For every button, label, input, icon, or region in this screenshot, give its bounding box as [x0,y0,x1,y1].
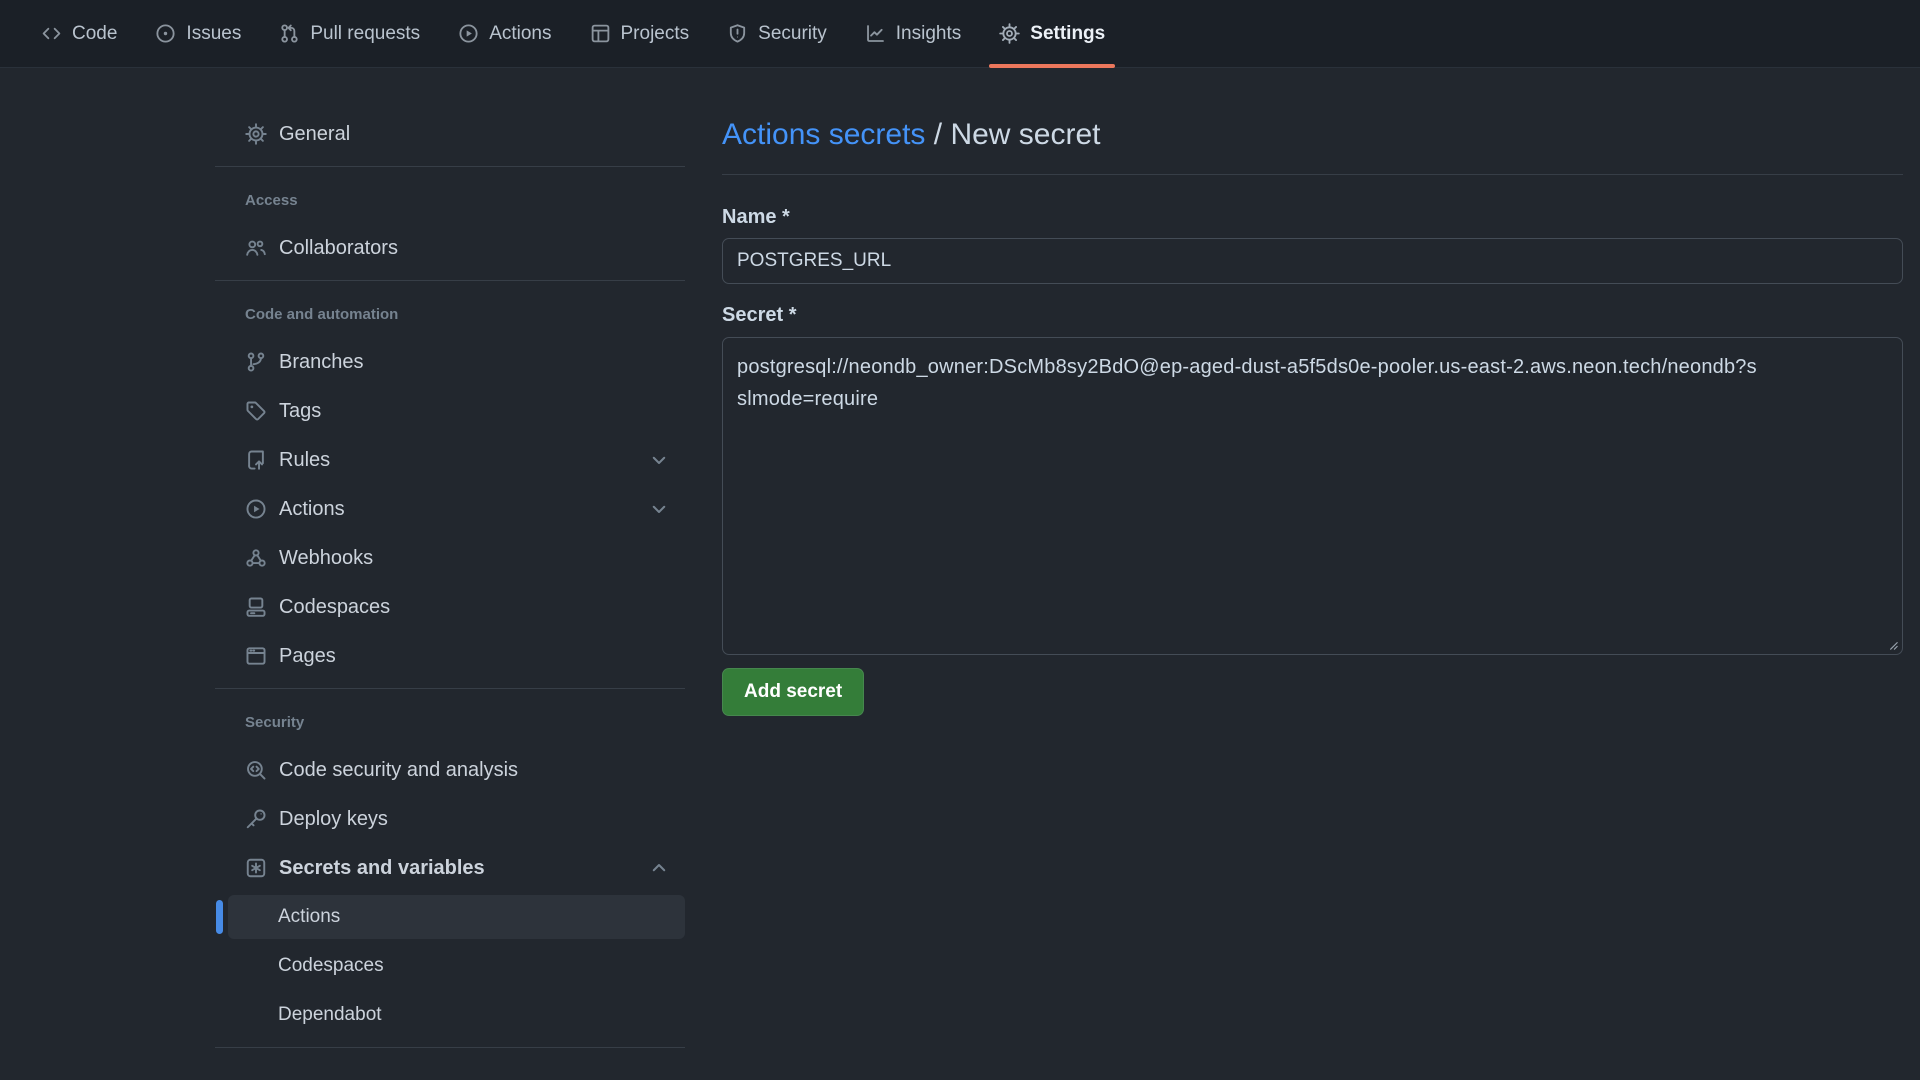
tag-icon [245,400,267,422]
nav-tab-code[interactable]: Code [30,0,128,67]
sidebar-item-actions[interactable]: Actions [215,487,685,531]
gear-icon [245,123,267,145]
table-icon [590,23,611,44]
chevron-down-icon [649,499,669,519]
sidebar-item-label: Branches [279,351,364,374]
sidebar-item-label: Code security and analysis [279,759,518,782]
sidebar-section-code-and-automation: Code and automation [215,306,685,323]
nav-tab-issues[interactable]: Issues [144,0,252,67]
sidebar-divider [215,1047,685,1048]
breadcrumb-current: New secret [950,118,1100,151]
people-icon [245,237,267,259]
codespaces-icon [245,596,267,618]
gear-icon [999,23,1020,44]
nav-tab-label: Security [758,23,827,45]
sidebar-subitem-actions-secrets[interactable]: Actions [228,895,685,939]
sidebar-item-label: Codespaces [279,596,390,619]
play-icon [458,23,479,44]
sidebar-item-collaborators[interactable]: Collaborators [215,226,685,270]
sidebar-section-access: Access [215,192,685,209]
nav-tab-pull-requests[interactable]: Pull requests [268,0,431,67]
repo-nav: Code Issues Pull requests Actions Projec… [0,0,1920,68]
actions-secrets-breadcrumb-link[interactable]: Actions secrets [722,118,925,151]
sidebar-item-pages[interactable]: Pages [215,634,685,678]
nav-tab-security[interactable]: Security [716,0,838,67]
nav-tab-label: Settings [1030,23,1105,45]
secret-field-label: Secret * [722,304,1903,327]
chevron-down-icon [649,450,669,470]
secret-value-wrapper [722,337,1903,655]
sidebar-subitem-codespaces-secrets[interactable]: Codespaces [228,944,685,988]
secret-value-textarea[interactable] [722,337,1903,655]
nav-tab-label: Actions [489,23,551,45]
webhook-icon [245,547,267,569]
code-icon [41,23,62,44]
nav-tab-settings[interactable]: Settings [988,0,1116,67]
git-branch-icon [245,351,267,373]
sidebar-item-label: Rules [279,449,330,472]
sidebar-item-label: Secrets and variables [279,857,485,880]
add-secret-button[interactable]: Add secret [722,668,864,716]
chevron-up-icon [649,858,669,878]
nav-tab-label: Projects [621,23,690,45]
breadcrumb-separator: / [925,118,950,151]
nav-tab-insights[interactable]: Insights [854,0,972,67]
settings-sidebar: General Access Collaborators Code and au… [215,68,685,1048]
sidebar-item-rules[interactable]: Rules [215,438,685,482]
sidebar-item-label: Actions [279,498,345,521]
sidebar-item-branches[interactable]: Branches [215,340,685,384]
sidebar-item-general[interactable]: General [215,112,685,156]
sidebar-item-code-security-and-analysis[interactable]: Code security and analysis [215,748,685,792]
shield-icon [727,23,748,44]
sidebar-subitem-label: Codespaces [278,955,384,977]
sidebar-item-deploy-keys[interactable]: Deploy keys [215,797,685,841]
sidebar-divider [215,166,685,167]
sidebar-item-label: Deploy keys [279,808,388,831]
issue-opened-icon [155,23,176,44]
nav-tab-label: Pull requests [310,23,420,45]
sidebar-item-label: Collaborators [279,237,398,260]
sidebar-divider [215,688,685,689]
nav-tab-label: Insights [896,23,961,45]
browser-icon [245,645,267,667]
nav-tab-projects[interactable]: Projects [579,0,701,67]
git-pull-request-icon [279,23,300,44]
heading-divider [722,174,1903,175]
graph-icon [865,23,886,44]
new-secret-panel: Actions secrets / New secret Name * Secr… [685,68,1920,716]
sidebar-item-webhooks[interactable]: Webhooks [215,536,685,580]
nav-tab-actions[interactable]: Actions [447,0,562,67]
sidebar-item-codespaces[interactable]: Codespaces [215,585,685,629]
sidebar-section-security: Security [215,714,685,731]
sidebar-subitem-label: Dependabot [278,1004,382,1026]
key-icon [245,808,267,830]
sidebar-item-label: Tags [279,400,321,423]
sidebar-item-label: Webhooks [279,547,373,570]
sidebar-item-label: General [279,123,350,146]
sidebar-item-tags[interactable]: Tags [215,389,685,433]
asterisk-box-icon [245,857,267,879]
sidebar-subitem-dependabot-secrets[interactable]: Dependabot [228,993,685,1037]
nav-tab-label: Code [72,23,117,45]
repo-push-icon [245,449,267,471]
name-field-label: Name * [722,206,1903,229]
codescan-icon [245,759,267,781]
sidebar-item-label: Pages [279,645,336,668]
page-title: Actions secrets / New secret [722,115,1903,155]
sidebar-subitem-label: Actions [278,906,340,928]
secret-name-input[interactable] [722,238,1903,284]
sidebar-divider [215,280,685,281]
nav-tab-label: Issues [186,23,241,45]
play-icon [245,498,267,520]
sidebar-item-secrets-and-variables[interactable]: Secrets and variables [215,846,685,890]
